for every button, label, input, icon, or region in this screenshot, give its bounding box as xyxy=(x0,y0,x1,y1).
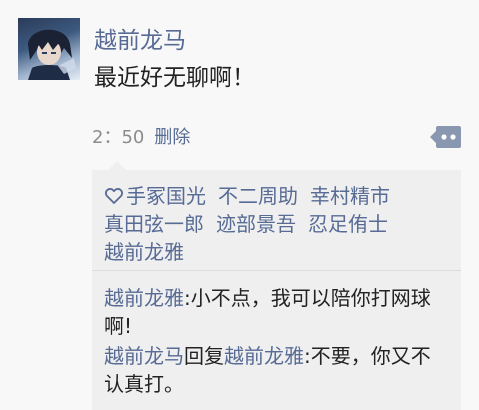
likes-list: 手冢国光 不二周助 幸村精市真田弦一郎 迹部景吾 忍足侑士越前龙雅 xyxy=(104,182,449,266)
heart-outline-icon xyxy=(105,188,123,204)
comments-list: 越前龙雅:小不点，我可以陪你打网球啊! 越前龙马回复越前龙雅:不要，你又不认真打… xyxy=(104,284,449,400)
like-name[interactable]: 迹部景吾 xyxy=(216,212,296,236)
reply-word: 回复 xyxy=(184,344,224,368)
reply-target[interactable]: 越前龙雅 xyxy=(224,344,304,368)
post-time: 2：50 xyxy=(92,127,145,148)
delete-button[interactable]: 删除 xyxy=(154,127,190,148)
comment-author[interactable]: 越前龙雅 xyxy=(104,286,184,310)
interaction-box: 手冢国光 不二周助 幸村精市真田弦一郎 迹部景吾 忍足侑士越前龙雅 越前龙雅:小不点，我… xyxy=(92,161,461,410)
like-name[interactable]: 不二周助 xyxy=(218,184,298,208)
post-meta: 2：50 删除 xyxy=(92,126,190,150)
comment-item[interactable]: 越前龙雅:小不点，我可以陪你打网球啊! xyxy=(104,284,449,340)
avatar[interactable] xyxy=(18,18,80,80)
like-name[interactable]: 手冢国光 xyxy=(126,184,206,208)
like-name[interactable]: 真田弦一郎 xyxy=(104,212,204,236)
comment-author[interactable]: 越前龙马 xyxy=(104,344,184,368)
like-name[interactable]: 忍足侑士 xyxy=(308,212,388,236)
comment-item[interactable]: 越前龙马回复越前龙雅:不要，你又不认真打。 xyxy=(104,342,449,398)
like-name[interactable]: 幸村精市 xyxy=(310,184,390,208)
comment-separator: : xyxy=(184,286,191,310)
comment-icon[interactable] xyxy=(430,126,461,148)
comment-separator: : xyxy=(304,344,311,368)
divider xyxy=(92,270,461,271)
like-name[interactable]: 越前龙雅 xyxy=(104,240,184,264)
post-text: 最近好无聊啊！ xyxy=(94,65,255,91)
post-username[interactable]: 越前龙马 xyxy=(94,26,186,56)
